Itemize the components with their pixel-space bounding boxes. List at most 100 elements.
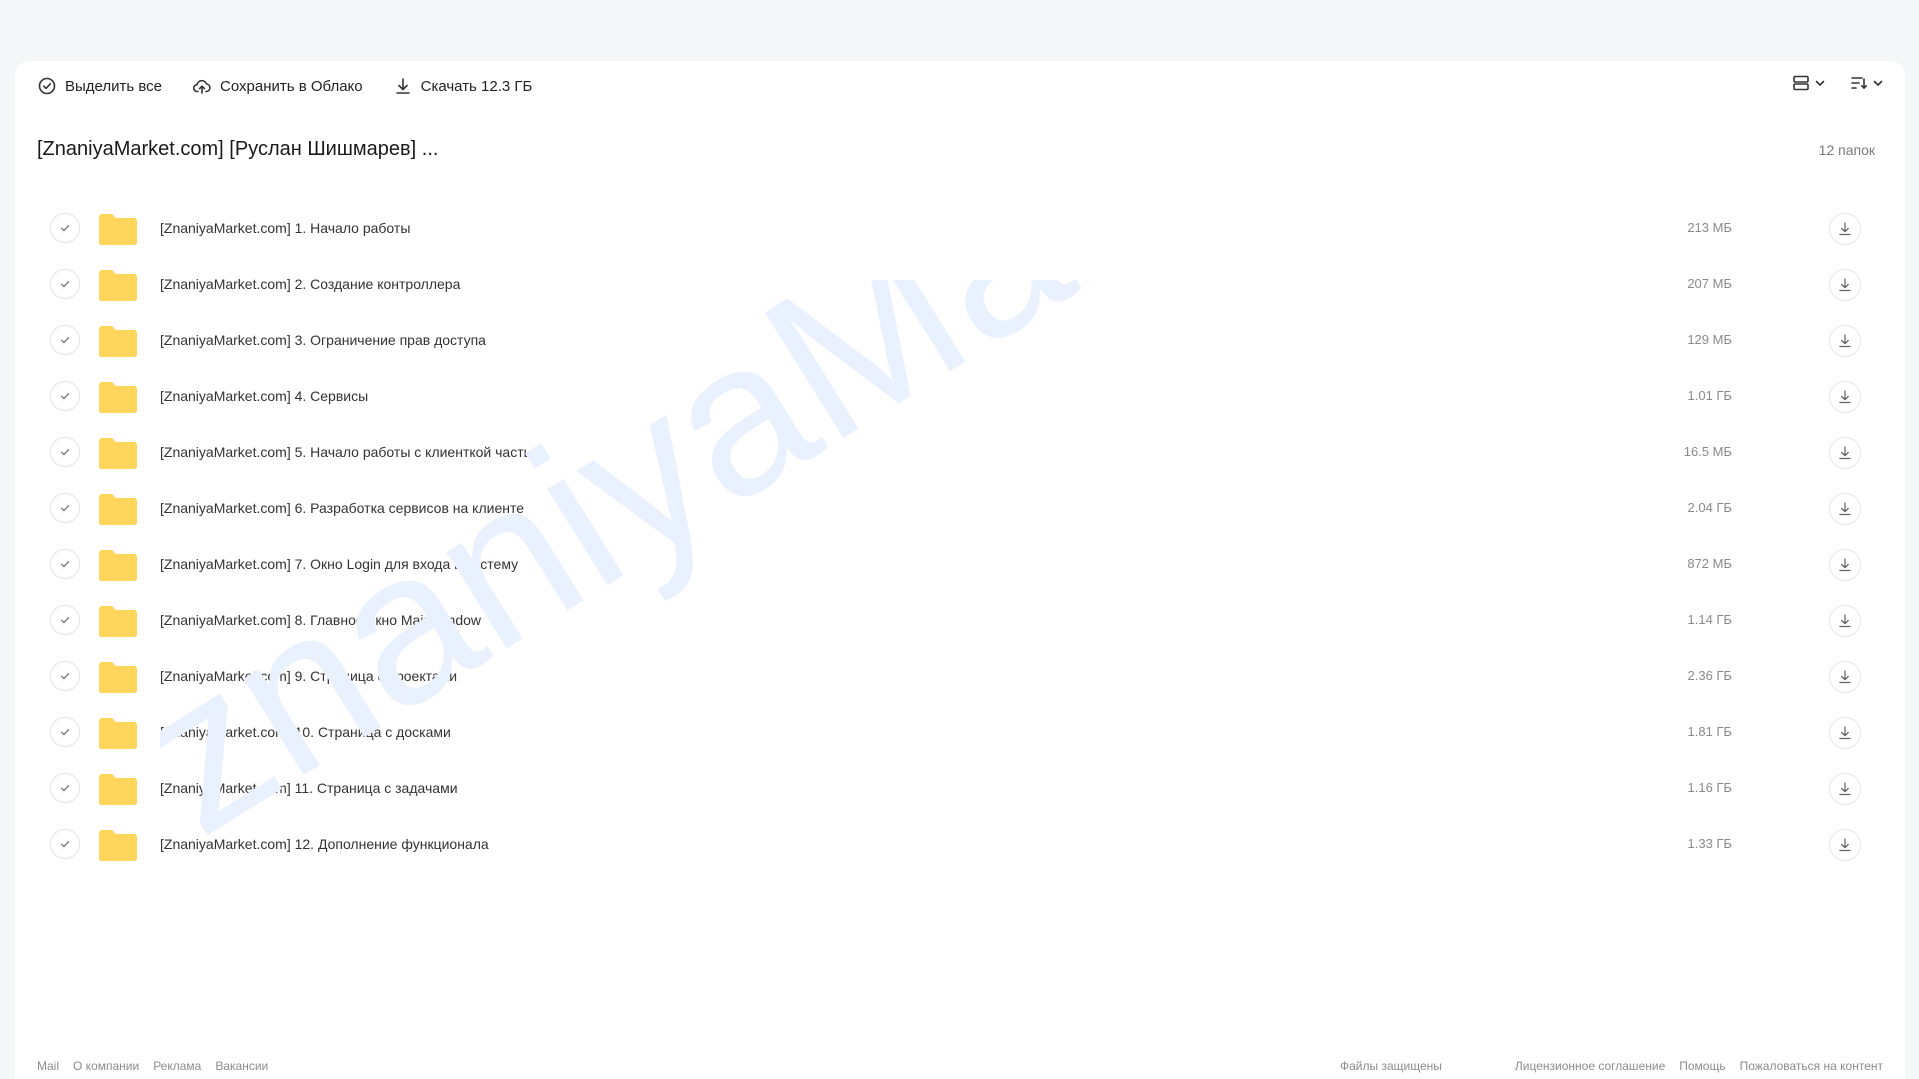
folder-name[interactable]: [ZnaniyaMarket.com] 10. Страница с доска… [160,724,451,740]
view-mode-button[interactable] [1791,73,1827,93]
select-checkbox[interactable] [50,549,80,579]
folder-size: 129 МБ [1687,332,1732,347]
footer-link[interactable]: Вакансии [215,1059,268,1073]
folder-icon [99,270,137,301]
folder-icon [99,830,137,861]
folder-name[interactable]: [ZnaniyaMarket.com] 4. Сервисы [160,388,368,404]
folder-size: 2.04 ГБ [1687,500,1732,515]
select-checkbox[interactable] [50,493,80,523]
folder-name[interactable]: [ZnaniyaMarket.com] 5. Начало работы с к… [160,444,541,460]
list-item[interactable]: [ZnaniyaMarket.com] 8. Главное окно Main… [15,593,1905,649]
footer-link[interactable]: Реклама [153,1059,201,1073]
download-button[interactable] [1829,717,1861,749]
footer-right-links: Лицензионное соглашение Помощь Пожаловатьс… [1515,1059,1883,1073]
list-item[interactable]: [ZnaniyaMarket.com] 10. Страница с доска… [15,705,1905,761]
download-button[interactable] [1829,493,1861,525]
footer-link[interactable]: Лицензионное соглашение [1515,1059,1665,1073]
list-item[interactable]: [ZnaniyaMarket.com] 11. Страница с задач… [15,761,1905,817]
list-item[interactable]: [ZnaniyaMarket.com] 9. Страница с проект… [15,649,1905,705]
folder-name[interactable]: [ZnaniyaMarket.com] 11. Страница с задач… [160,780,458,796]
list-item[interactable]: [ZnaniyaMarket.com] 12. Дополнение функц… [15,817,1905,873]
download-icon [1839,558,1851,572]
save-to-cloud-button[interactable]: Сохранить в Облако [192,76,363,96]
download-button[interactable] [1829,773,1861,805]
footer-link[interactable]: Пожаловаться на контент [1740,1059,1883,1073]
select-all-label: Выделить все [65,77,163,95]
download-icon [1839,670,1851,684]
folder-name[interactable]: [ZnaniyaMarket.com] 12. Дополнение функц… [160,836,489,852]
list-item[interactable]: [ZnaniyaMarket.com] 6. Разработка сервис… [15,481,1905,537]
download-button[interactable] [1829,829,1861,861]
select-checkbox[interactable] [50,605,80,635]
select-checkbox[interactable] [50,717,80,747]
download-icon [1839,782,1851,796]
download-button[interactable] [1829,605,1861,637]
select-checkbox[interactable] [50,661,80,691]
folder-size: 2.36 ГБ [1687,668,1732,683]
download-icon [1839,278,1851,292]
folder-size: 872 МБ [1687,556,1732,571]
check-icon [60,784,70,792]
list-item[interactable]: [ZnaniyaMarket.com] 1. Начало работы 213… [15,201,1905,257]
download-button[interactable] [1829,381,1861,413]
download-icon [1839,726,1851,740]
folder-size: 16.5 МБ [1683,444,1732,459]
footer-link[interactable]: Помощь [1679,1059,1725,1073]
cloud-upload-icon [192,79,211,94]
folder-icon [99,494,137,525]
folder-name[interactable]: [ZnaniyaMarket.com] 1. Начало работы [160,220,410,236]
footer-left-links: Mail О компании Реклама Вакансии [37,1059,268,1073]
check-icon [60,448,70,456]
select-checkbox[interactable] [50,269,80,299]
download-icon [1839,446,1851,460]
download-button[interactable] [1829,549,1861,581]
check-icon [60,616,70,624]
list-item[interactable]: [ZnaniyaMarket.com] 4. Сервисы 1.01 ГБ [15,369,1905,425]
folder-icon [99,662,137,693]
file-list: [ZnaniyaMarket.com] 1. Начало работы 213… [15,201,1905,873]
download-button[interactable] [1829,269,1861,301]
download-button[interactable] [1829,325,1861,357]
footer-link[interactable]: О компании [73,1059,139,1073]
footer-link[interactable]: Mail [37,1059,59,1073]
folder-name[interactable]: [ZnaniyaMarket.com] 7. Окно Login для вх… [160,556,518,572]
folder-name[interactable]: [ZnaniyaMarket.com] 9. Страница с проект… [160,668,457,684]
check-icon [60,504,70,512]
folder-icon [99,326,137,357]
select-checkbox[interactable] [50,325,80,355]
download-button[interactable] [1829,213,1861,245]
check-icon [60,560,70,568]
check-icon [60,336,70,344]
footer-protected-text: Файлы защищены [1340,1059,1442,1073]
toolbar: Выделить все Сохранить в Облако Скачать … [37,61,532,111]
check-icon [60,224,70,232]
select-all-button[interactable]: Выделить все [37,76,162,96]
list-item[interactable]: [ZnaniyaMarket.com] 3. Ограничение прав … [15,313,1905,369]
folder-size: 1.01 ГБ [1687,388,1732,403]
main-card: Выделить все Сохранить в Облако Скачать … [15,61,1905,1079]
download-button[interactable] [1829,437,1861,469]
folder-name[interactable]: [ZnaniyaMarket.com] 3. Ограничение прав … [160,332,486,348]
select-checkbox[interactable] [50,773,80,803]
download-icon [1839,838,1851,852]
list-item[interactable]: [ZnaniyaMarket.com] 2. Создание контролл… [15,257,1905,313]
folder-name[interactable]: [ZnaniyaMarket.com] 8. Главное окно Main… [160,612,481,628]
folder-size: 213 МБ [1687,220,1732,235]
select-checkbox[interactable] [50,829,80,859]
list-view-icon [1793,75,1809,91]
folder-count: 12 папок [1818,142,1875,158]
folder-icon [99,774,137,805]
download-icon [1839,390,1851,404]
folder-name[interactable]: [ZnaniyaMarket.com] 6. Разработка сервис… [160,500,524,516]
download-icon [1839,614,1851,628]
select-checkbox[interactable] [50,381,80,411]
list-item[interactable]: [ZnaniyaMarket.com] 5. Начало работы с к… [15,425,1905,481]
select-checkbox[interactable] [50,437,80,467]
list-item[interactable]: [ZnaniyaMarket.com] 7. Окно Login для вх… [15,537,1905,593]
folder-name[interactable]: [ZnaniyaMarket.com] 2. Создание контролл… [160,276,460,292]
download-all-label: Скачать 12.3 ГБ [420,77,533,95]
download-button[interactable] [1829,661,1861,693]
select-checkbox[interactable] [50,213,80,243]
sort-button[interactable] [1849,73,1885,93]
download-all-button[interactable]: Скачать 12.3 ГБ [393,76,533,96]
